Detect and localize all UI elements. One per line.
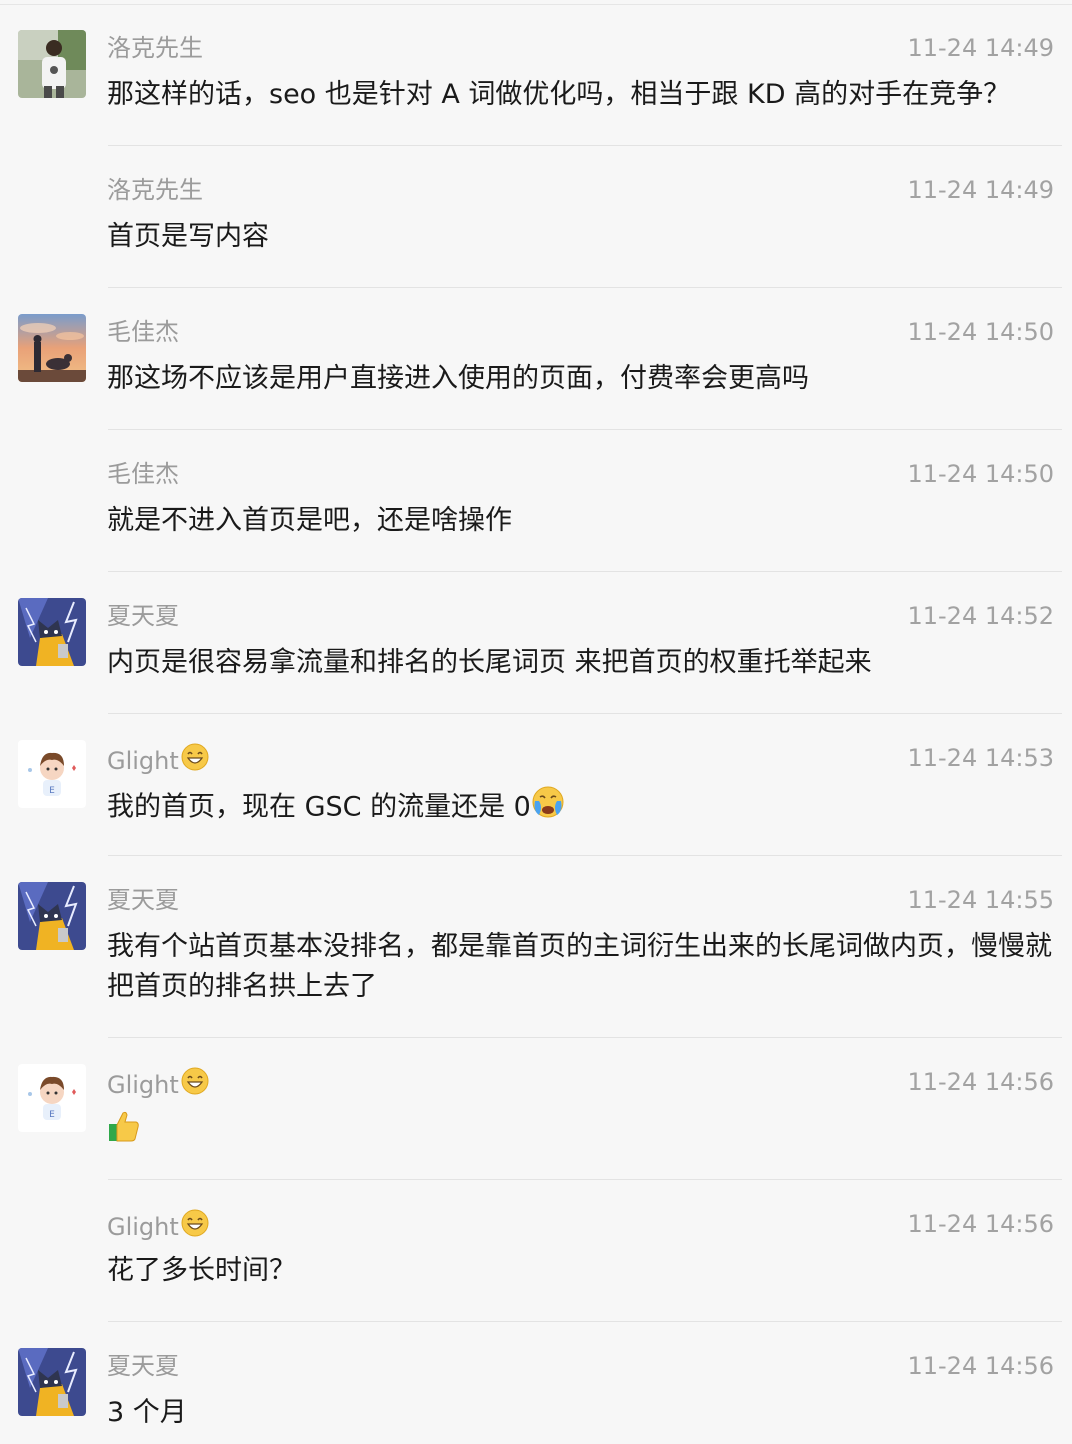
- sender-name[interactable]: Glight: [107, 1067, 209, 1102]
- message-text[interactable]: 首页是写内容: [107, 217, 1058, 257]
- anime-cat-avatar[interactable]: [18, 882, 86, 950]
- sender-name-label: 毛佳杰: [107, 318, 179, 346]
- message-text[interactable]: 那这样的话，seo 也是针对 A 词做优化吗，相当于跟 KD 高的对手在竞争？: [107, 75, 1058, 115]
- message-timestamp: 11-24 14:50: [907, 318, 1054, 346]
- sender-name-label: 夏天夏: [107, 602, 179, 630]
- sender-name[interactable]: 洛克先生: [107, 175, 203, 205]
- message-text[interactable]: 3 个月: [107, 1393, 1058, 1433]
- grin-emoji-icon: [181, 1067, 209, 1102]
- thumbs-up-emoji-icon: [107, 1109, 141, 1155]
- photo-man-avatar[interactable]: [18, 30, 86, 98]
- message-timestamp: 11-24 14:50: [907, 460, 1054, 488]
- message-divider: [108, 145, 1062, 146]
- crying-emoji-icon: [531, 785, 565, 831]
- message-timestamp: 11-24 14:56: [907, 1210, 1054, 1238]
- message-divider: [108, 287, 1062, 288]
- message-text[interactable]: 那这场不应该是用户直接进入使用的页面，付费率会更高吗: [107, 359, 1058, 399]
- message-divider: [108, 1179, 1062, 1180]
- message-timestamp: 11-24 14:55: [907, 886, 1054, 914]
- message-divider: [108, 429, 1062, 430]
- message-text[interactable]: [107, 1109, 1058, 1155]
- grin-emoji-icon: [181, 1209, 209, 1244]
- message-timestamp: 11-24 14:56: [907, 1352, 1054, 1380]
- message-text[interactable]: 我有个站首页基本没排名，都是靠首页的主词衍生出来的长尾词做内页，慢慢就把首页的排…: [107, 927, 1058, 1007]
- sender-name-label: 洛克先生: [107, 176, 203, 204]
- sender-name[interactable]: 夏天夏: [107, 601, 179, 631]
- svg-text:E: E: [49, 786, 55, 796]
- sender-name[interactable]: 夏天夏: [107, 1351, 179, 1381]
- message-timestamp: 11-24 14:56: [907, 1068, 1054, 1096]
- sender-name-label: 夏天夏: [107, 1352, 179, 1380]
- sender-name[interactable]: 洛克先生: [107, 33, 203, 63]
- sender-name[interactable]: 毛佳杰: [107, 459, 179, 489]
- sunset-dog-avatar[interactable]: [18, 314, 86, 382]
- message-text-label: 我的首页，现在 GSC 的流量还是 0: [107, 791, 531, 823]
- sender-name[interactable]: Glight: [107, 743, 209, 778]
- message-timestamp: 11-24 14:49: [907, 34, 1054, 62]
- message-divider: [108, 571, 1062, 572]
- sender-name[interactable]: Glight: [107, 1209, 209, 1244]
- cartoon-boy-avatar[interactable]: E: [18, 740, 86, 808]
- sender-name-label: 洛克先生: [107, 34, 203, 62]
- cartoon-boy-avatar[interactable]: E: [18, 1064, 86, 1132]
- sender-name-label: Glight: [107, 1212, 179, 1241]
- message-timestamp: 11-24 14:49: [907, 176, 1054, 204]
- sender-name-label: Glight: [107, 746, 179, 775]
- anime-cat-avatar[interactable]: [18, 598, 86, 666]
- message-text[interactable]: 就是不进入首页是吧，还是啥操作: [107, 501, 1058, 541]
- sender-name[interactable]: 毛佳杰: [107, 317, 179, 347]
- message-divider: [108, 1321, 1062, 1322]
- anime-cat-avatar[interactable]: [18, 1348, 86, 1416]
- sender-name[interactable]: 夏天夏: [107, 885, 179, 915]
- message-text[interactable]: 我的首页，现在 GSC 的流量还是 0: [107, 785, 1058, 831]
- chat-message-list[interactable]: 洛克先生 11-24 14:49 那这样的话，seo 也是针对 A 词做优化吗，…: [0, 0, 1072, 1444]
- grin-emoji-icon: [181, 743, 209, 778]
- svg-text:E: E: [49, 1110, 55, 1120]
- message-timestamp: 11-24 14:52: [907, 602, 1054, 630]
- message-divider: [108, 1037, 1062, 1038]
- message-divider: [108, 713, 1062, 714]
- message-text[interactable]: 内页是很容易拿流量和排名的长尾词页 来把首页的权重托举起来: [107, 643, 1058, 683]
- message-text[interactable]: 花了多长时间？: [107, 1251, 1058, 1291]
- message-timestamp: 11-24 14:53: [907, 744, 1054, 772]
- sender-name-label: 毛佳杰: [107, 460, 179, 488]
- message-divider: [108, 855, 1062, 856]
- sender-name-label: Glight: [107, 1070, 179, 1099]
- sender-name-label: 夏天夏: [107, 886, 179, 914]
